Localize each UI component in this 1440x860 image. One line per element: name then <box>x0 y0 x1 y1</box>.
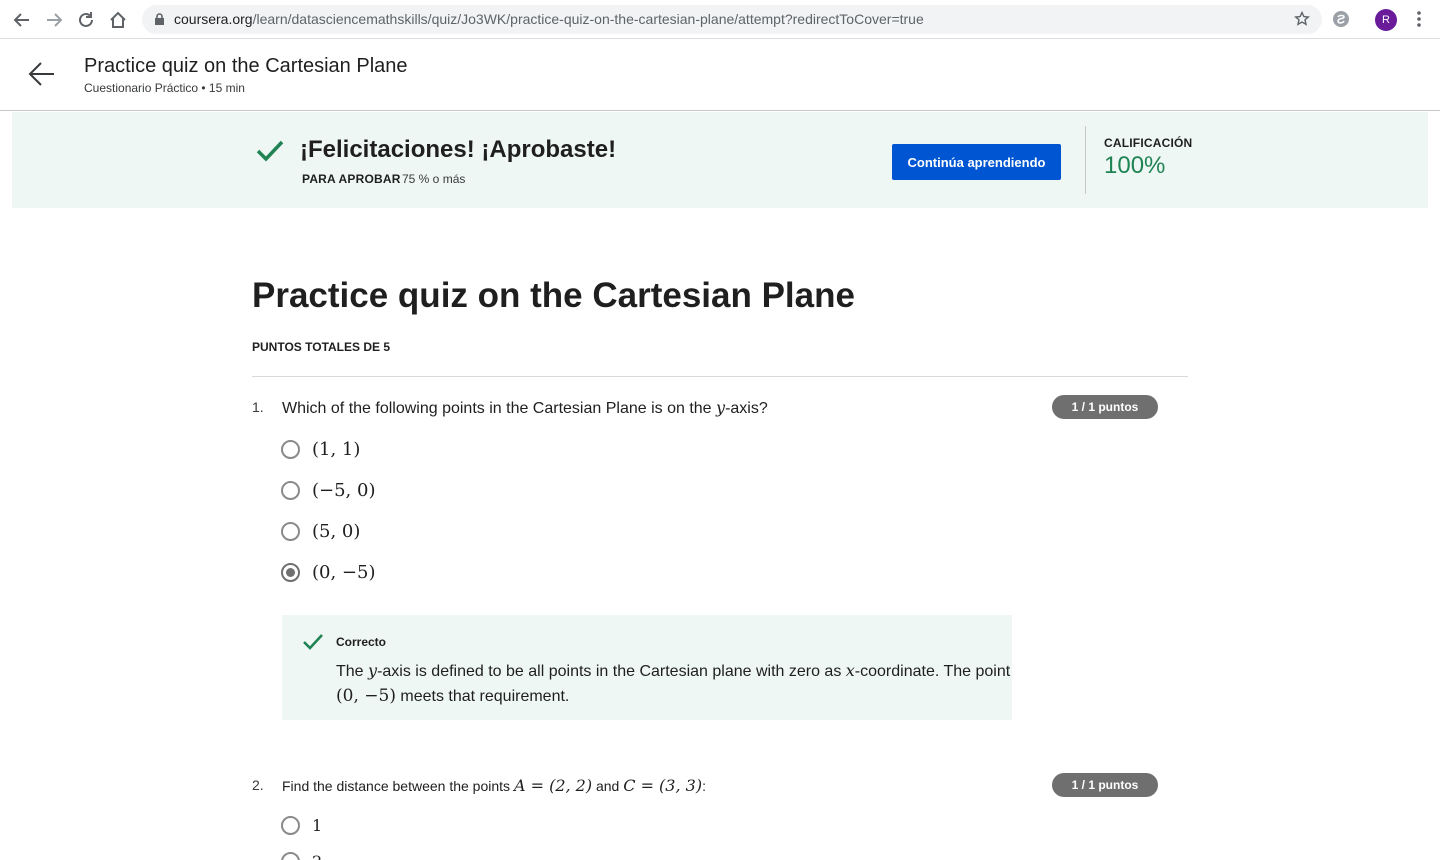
option-label: (0, −5) <box>312 562 376 583</box>
pass-banner: ¡Felicitaciones! ¡Aprobaste! PARA APROBA… <box>12 112 1428 208</box>
radio-button[interactable] <box>281 852 300 860</box>
bookmark-star-icon[interactable] <box>1294 10 1310 32</box>
quiz-header: Practice quiz on the Cartesian Plane Cue… <box>0 40 1440 111</box>
feedback-text: The y-axis is defined to be all points i… <box>336 661 1011 706</box>
pass-requirement-value: 75 % o más <box>402 172 466 186</box>
option-label: 1 <box>312 816 323 835</box>
banner-divider <box>1085 126 1086 194</box>
points-badge: 1 / 1 puntos <box>1052 773 1158 797</box>
radio-button[interactable] <box>281 816 300 835</box>
option-label: (1, 1) <box>312 439 361 460</box>
answer-option[interactable]: (−5, 0) <box>281 480 375 501</box>
check-icon <box>255 138 285 169</box>
grade-value: 100% <box>1104 152 1166 179</box>
answer-option[interactable]: (5, 0) <box>281 521 360 542</box>
browser-reload-icon[interactable] <box>75 9 97 31</box>
browser-toolbar: coursera.org/learn/datasciencemathskills… <box>0 0 1440 39</box>
answer-option[interactable]: 1 <box>281 816 322 835</box>
radio-button-selected[interactable] <box>281 563 300 582</box>
divider <box>252 376 1188 377</box>
option-label: (5, 0) <box>312 521 361 542</box>
total-points: PUNTOS TOTALES DE 5 <box>252 340 391 354</box>
lock-icon <box>154 13 165 31</box>
profile-avatar[interactable]: R <box>1375 9 1397 31</box>
question-number: 1. <box>252 399 264 415</box>
browser-menu-icon[interactable] <box>1409 9 1429 34</box>
option-label: (−5, 0) <box>312 480 376 501</box>
browser-forward-icon[interactable] <box>43 9 65 31</box>
question-text: Find the distance between the points A =… <box>282 776 706 795</box>
address-bar[interactable]: coursera.org/learn/datasciencemathskills… <box>142 5 1322 34</box>
radio-button[interactable] <box>281 440 300 459</box>
header-title: Practice quiz on the Cartesian Plane <box>84 55 408 77</box>
question-number: 2. <box>252 777 264 793</box>
back-arrow-icon[interactable] <box>28 60 56 93</box>
pass-requirement-label: PARA APROBAR <box>302 172 401 186</box>
radio-button[interactable] <box>281 522 300 541</box>
grade-label: CALIFICACIÓN <box>1104 136 1193 150</box>
radio-button[interactable] <box>281 481 300 500</box>
question-text: Which of the following points in the Car… <box>282 398 768 417</box>
browser-back-icon[interactable] <box>11 9 33 31</box>
feedback-box: Correcto The y-axis is defined to be all… <box>282 615 1012 720</box>
continue-learning-button[interactable]: Continúa aprendiendo <box>892 144 1061 180</box>
answer-option[interactable]: 2 <box>281 852 322 860</box>
option-label: 2 <box>312 852 322 860</box>
extension-icon[interactable] <box>1331 9 1351 34</box>
browser-home-icon[interactable] <box>107 9 129 31</box>
url-text: coursera.org/learn/datasciencemathskills… <box>174 11 924 27</box>
answer-option[interactable]: (1, 1) <box>281 439 360 460</box>
check-icon <box>302 632 324 657</box>
congrats-message: ¡Felicitaciones! ¡Aprobaste! <box>300 136 617 163</box>
quiz-title: Practice quiz on the Cartesian Plane <box>252 276 855 315</box>
header-subtitle: Cuestionario Práctico • 15 min <box>84 81 245 95</box>
answer-option-selected[interactable]: (0, −5) <box>281 562 375 583</box>
points-badge: 1 / 1 puntos <box>1052 395 1158 419</box>
feedback-label: Correcto <box>336 635 387 649</box>
